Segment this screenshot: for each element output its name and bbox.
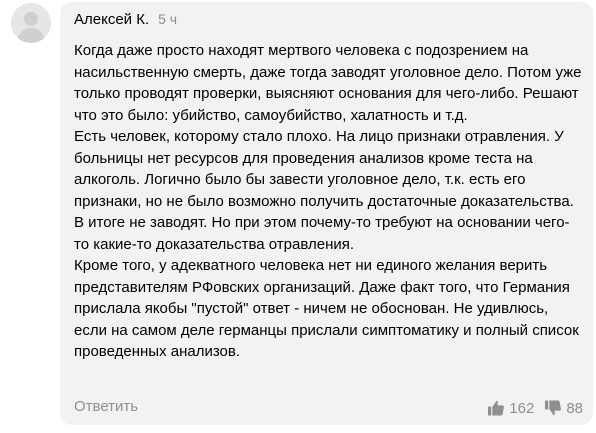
comment-paragraph: Когда даже просто находят мертвого челов… [74, 42, 582, 124]
like-count: 162 [509, 399, 535, 417]
user-silhouette-icon [11, 3, 51, 43]
dislike-button[interactable]: 88 [544, 399, 583, 417]
vote-controls: 162 88 [487, 397, 583, 419]
thumbs-down-icon [544, 399, 562, 417]
comment-paragraph: Кроме того, у адекватного человека нет н… [74, 257, 579, 360]
comment-paragraph: В итоге не заводят. Но при этом почему-т… [74, 214, 570, 253]
avatar[interactable] [11, 3, 51, 43]
comment-text: Когда даже просто находят мертвого челов… [74, 40, 584, 363]
dislike-count: 88 [566, 399, 583, 417]
comment-footer: Ответить 162 88 [60, 397, 593, 419]
comment-bubble: Алексей К. 5 ч Когда даже просто находят… [60, 2, 593, 425]
comment-time: 5 ч [158, 11, 178, 27]
comment-paragraph: Есть человек, которому стало плохо. На л… [74, 128, 574, 210]
author-name[interactable]: Алексей К. [74, 11, 149, 28]
comment-header: Алексей К. 5 ч [74, 11, 177, 33]
reply-button[interactable]: Ответить [74, 398, 138, 415]
thumbs-up-icon [487, 399, 505, 417]
comment: Алексей К. 5 ч Когда даже просто находят… [0, 0, 596, 433]
like-button[interactable]: 162 [487, 399, 534, 417]
